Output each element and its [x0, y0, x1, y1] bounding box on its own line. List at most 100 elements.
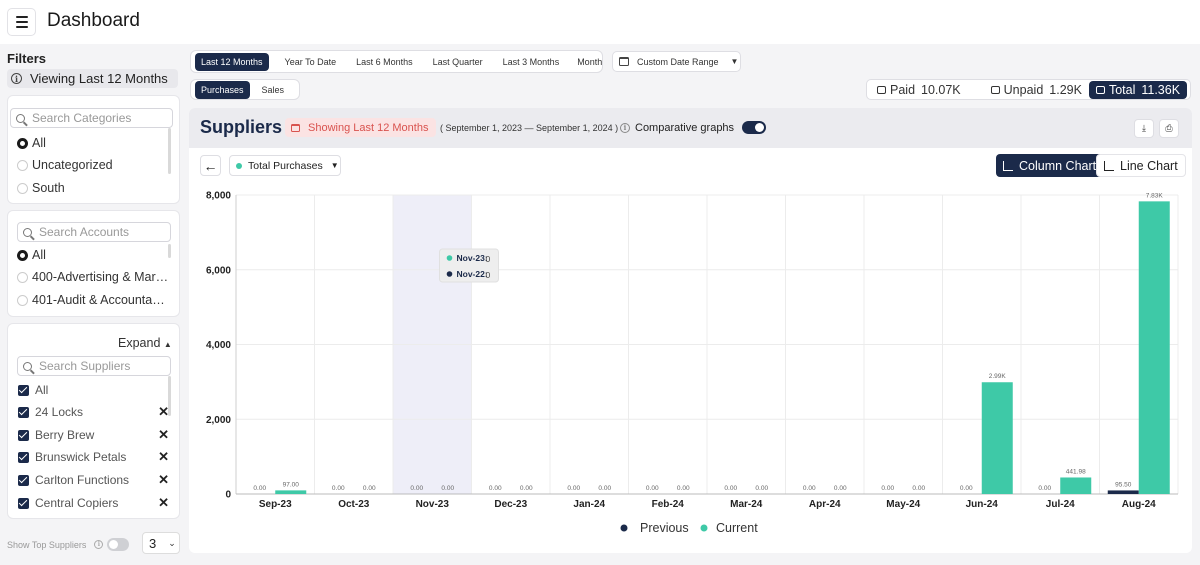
y-tick-label: 8,000 — [206, 191, 231, 202]
accounts-panel: Search Accounts All 400-Advertising & Ma… — [7, 210, 180, 317]
suppliers-card: Suppliers Showing Last 12 Months ( Septe… — [189, 108, 1192, 553]
paid-total[interactable]: Paid 10.07K — [870, 81, 968, 99]
caret-up-icon: ▲ — [163, 340, 172, 349]
data-label-current: 0.00 — [441, 485, 454, 492]
supplier-option-24-locks[interactable]: 24 Locks ✕ — [18, 404, 173, 420]
account-option-all[interactable]: All — [17, 248, 46, 262]
remove-icon[interactable]: ✕ — [158, 449, 169, 465]
data-label-previous: 0.00 — [724, 485, 737, 492]
viewing-label: Viewing Last 12 Months — [30, 71, 168, 86]
checkbox-checked-icon — [18, 384, 29, 396]
search-categories-input[interactable]: Search Categories — [10, 108, 173, 128]
data-label-previous: 0.00 — [646, 485, 659, 492]
viewing-badge: i Viewing Last 12 Months — [7, 69, 178, 88]
data-label-previous: 95.50 — [1115, 481, 1132, 488]
page-title: Dashboard — [47, 10, 140, 31]
categories-scrollbar[interactable] — [168, 128, 171, 174]
legend-current-dot — [700, 524, 708, 532]
hamburger-menu-icon[interactable] — [7, 8, 36, 36]
data-label-previous: 0.00 — [803, 485, 816, 492]
category-option-all[interactable]: All — [17, 136, 46, 150]
search-suppliers-input[interactable]: Search Suppliers — [17, 356, 171, 376]
x-tick-label: Jul-24 — [1046, 499, 1075, 510]
x-tick-label: Nov-23 — [416, 499, 450, 510]
remove-icon[interactable]: ✕ — [158, 472, 169, 488]
categories-panel: Search Categories All Uncategorized Sout… — [7, 95, 180, 204]
data-label-previous: 0.00 — [410, 485, 423, 492]
custom-date-range-select[interactable]: Custom Date Range ▼ — [612, 51, 741, 72]
legend-previous-label: Previous — [640, 521, 689, 535]
y-tick-label: 2,000 — [206, 415, 231, 426]
checkbox-checked-icon — [18, 406, 29, 418]
checkbox-checked-icon — [18, 451, 29, 463]
radio-icon — [17, 271, 28, 283]
totals-bar: Paid 10.07K Unpaid 1.29K Total 11.36K — [866, 79, 1191, 100]
checkbox-checked-icon — [18, 429, 29, 441]
data-label-previous: 0.00 — [489, 485, 502, 492]
overall-total[interactable]: Total 11.36K — [1088, 80, 1188, 99]
supplier-option-carlton-functions[interactable]: Carlton Functions ✕ — [18, 472, 173, 488]
mode-sales[interactable]: Sales — [256, 81, 291, 99]
wallet-icon — [1095, 85, 1105, 94]
period-month[interactable]: Month — [571, 53, 608, 71]
supplier-option-brunswick-petals[interactable]: Brunswick Petals ✕ — [18, 449, 173, 465]
bar-current — [1138, 201, 1170, 494]
period-selector: Last 12 Months Year To Date Last 6 Month… — [190, 50, 603, 73]
x-tick-label: Apr-24 — [809, 499, 841, 510]
remove-icon[interactable]: ✕ — [158, 495, 169, 511]
tooltip-value: 0 — [486, 254, 491, 264]
remove-icon[interactable]: ✕ — [158, 427, 169, 443]
category-option-uncategorized[interactable]: Uncategorized — [17, 158, 113, 172]
data-label-current: 2.99K — [989, 373, 1007, 380]
account-option-400[interactable]: 400-Advertising & Mar… — [17, 270, 168, 284]
period-last-6-months[interactable]: Last 6 Months — [350, 53, 419, 71]
x-tick-label: Mar-24 — [730, 499, 763, 510]
supplier-option-all[interactable]: All — [18, 383, 173, 397]
search-accounts-input[interactable]: Search Accounts — [17, 222, 171, 242]
suppliers-panel: Search Suppliers All 24 Locks ✕ Berry Br… — [7, 323, 180, 519]
data-label-current: 97.00 — [283, 481, 300, 488]
x-tick-label: Oct-23 — [338, 499, 370, 510]
period-last-quarter[interactable]: Last Quarter — [427, 53, 489, 71]
checkbox-checked-icon — [18, 474, 29, 486]
supplier-option-central-copiers[interactable]: Central Copiers ✕ — [18, 495, 173, 511]
caret-down-icon: ▼ — [730, 57, 739, 66]
data-label-previous: 0.00 — [881, 485, 894, 492]
search-icon — [16, 113, 25, 123]
bar-previous — [1107, 490, 1139, 494]
data-label-current: 0.00 — [755, 485, 768, 492]
bar-current — [981, 382, 1013, 494]
top-count-select[interactable]: 3 ⌄ — [142, 532, 180, 554]
y-tick-label: 6,000 — [206, 265, 231, 276]
supplier-option-berry-brew[interactable]: Berry Brew ✕ — [18, 427, 173, 443]
info-icon: i — [94, 540, 104, 549]
x-tick-label: Dec-23 — [494, 499, 527, 510]
search-icon — [23, 361, 32, 371]
data-label-current: 0.00 — [912, 485, 925, 492]
period-last-12-months[interactable]: Last 12 Months — [195, 52, 269, 71]
radio-icon — [17, 159, 28, 171]
info-icon: i — [11, 73, 22, 84]
remove-icon[interactable]: ✕ — [158, 404, 169, 420]
x-tick-label: Aug-24 — [1122, 499, 1156, 510]
data-label-current: 7.83K — [1146, 192, 1164, 199]
purchases-column-chart: 0 2,000 4,000 6,000 8,000 0.00 97.00 Sep-23 0.00… — [206, 191, 1179, 535]
unpaid-total[interactable]: Unpaid 1.29K — [984, 81, 1089, 99]
data-label-current: 0.00 — [363, 485, 376, 492]
data-label-current: 0.00 — [834, 485, 847, 492]
expand-button[interactable]: Expand ▲ — [118, 336, 172, 350]
data-label-previous: 0.00 — [960, 485, 973, 492]
account-option-401[interactable]: 401-Audit & Accounta… — [17, 293, 165, 307]
category-option-south[interactable]: South — [17, 181, 65, 195]
y-tick-label: 0 — [225, 490, 231, 501]
mode-purchases[interactable]: Purchases — [195, 80, 250, 99]
accounts-scrollbar[interactable] — [168, 244, 171, 258]
show-top-suppliers-toggle[interactable] — [107, 538, 130, 551]
data-label-previous: 0.00 — [253, 485, 266, 492]
y-tick-label: 4,000 — [206, 340, 231, 351]
x-tick-label: Jan-24 — [573, 499, 605, 510]
period-last-3-months[interactable]: Last 3 Months — [497, 53, 566, 71]
radio-icon — [17, 182, 28, 194]
x-tick-label: Feb-24 — [652, 499, 685, 510]
period-year-to-date[interactable]: Year To Date — [279, 53, 343, 71]
